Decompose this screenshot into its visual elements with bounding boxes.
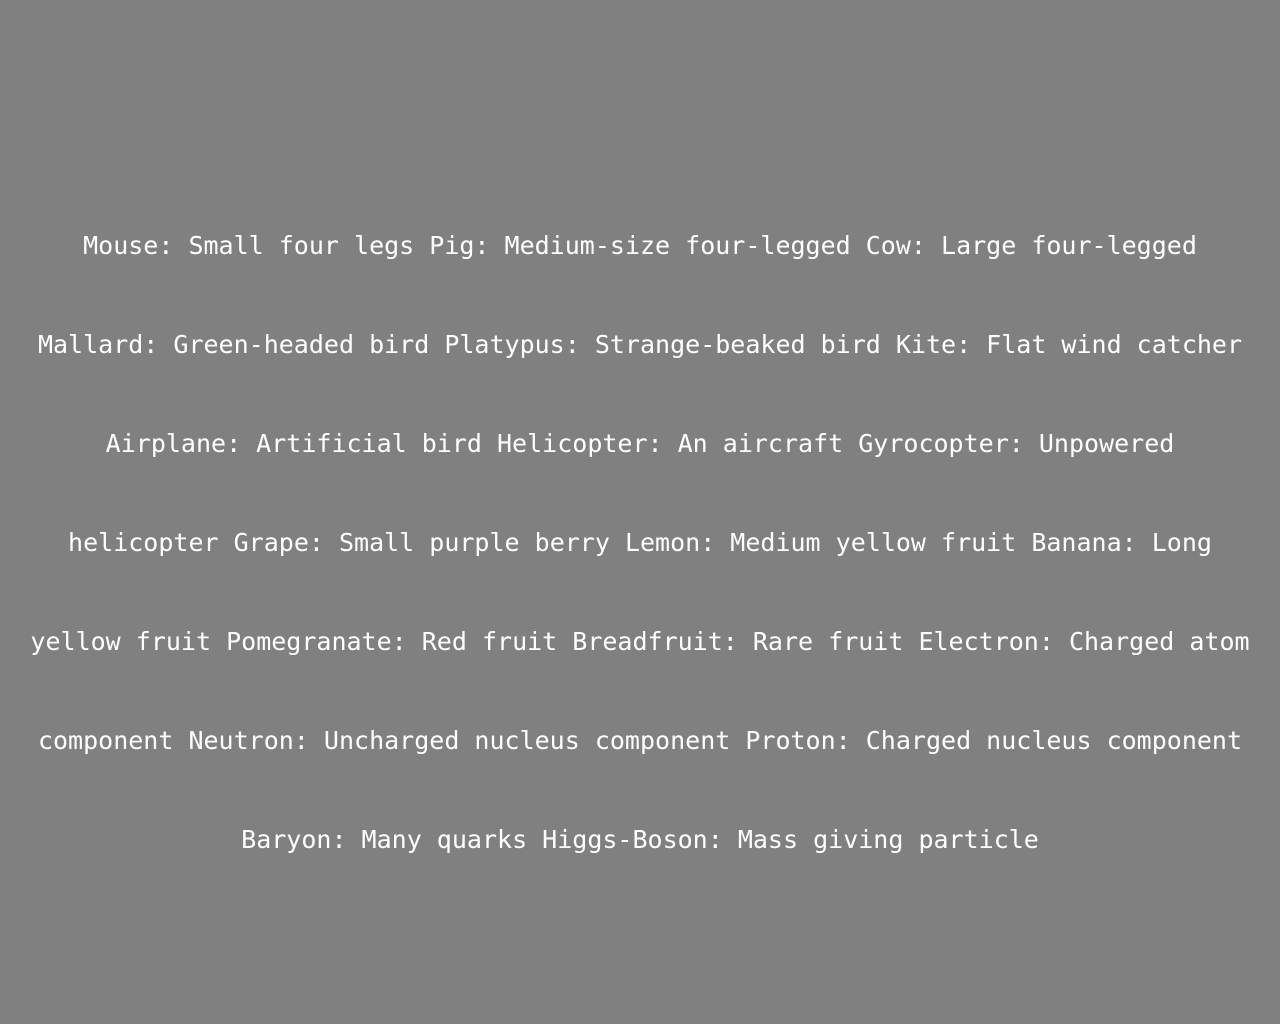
screen: Mouse: Small four legs Pig: Medium-size … — [0, 0, 1280, 1024]
text-line: component Neutron: Uncharged nucleus com… — [37, 726, 1243, 755]
text-line: Mouse: Small four legs Pig: Medium-size … — [83, 231, 1197, 260]
text-line: helicopter Grape: Small purple berry Lem… — [68, 528, 1212, 557]
text-line: yellow fruit Pomegranate: Red fruit Brea… — [30, 627, 1250, 656]
text-line: Airplane: Artificial bird Helicopter: An… — [105, 429, 1175, 458]
text-line: Baryon: Many quarks Higgs-Boson: Mass gi… — [241, 825, 1039, 854]
definitions-text-block: Mouse: Small four legs Pig: Medium-size … — [0, 196, 1280, 889]
text-line: Mallard: Green-headed bird Platypus: Str… — [37, 330, 1243, 359]
